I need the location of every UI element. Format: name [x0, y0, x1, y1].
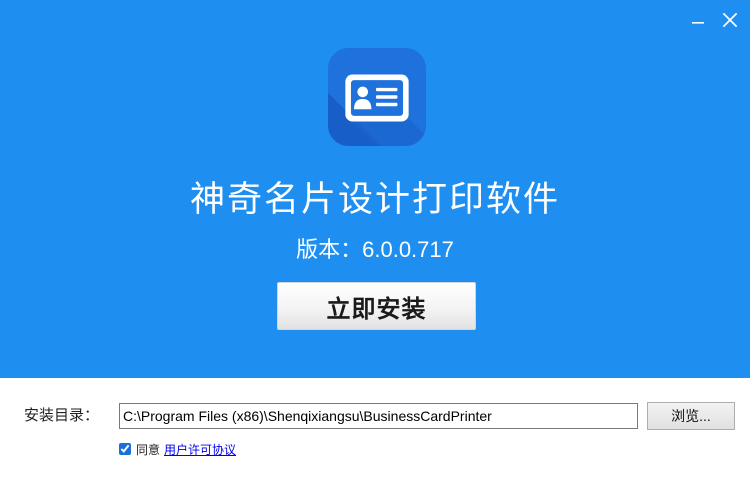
install-now-button[interactable]: 立即安装 — [277, 282, 476, 330]
agreement-row: 同意 用户许可协议 — [119, 441, 236, 457]
app-title: 神奇名片设计打印软件 — [189, 180, 560, 219]
close-button[interactable] — [719, 9, 741, 31]
license-agreement-link[interactable]: 用户许可协议 — [164, 441, 236, 458]
installer-window: 神奇名片设计打印软件 版本：6.0.0.717 立即安装 安装目录： 浏览...… — [0, 0, 750, 480]
minimize-icon — [692, 22, 704, 24]
version-number: 6.0.0.717 — [362, 237, 454, 262]
browse-button[interactable]: 浏览... — [647, 402, 735, 430]
version-label: 版本： — [296, 237, 363, 262]
id-card-icon — [328, 48, 426, 146]
version-text: 版本：6.0.0.717 — [0, 235, 750, 265]
install-dir-input[interactable] — [119, 403, 638, 429]
install-dir-label: 安装目录： — [24, 407, 100, 424]
close-icon — [722, 12, 738, 28]
agree-checkbox[interactable] — [119, 443, 131, 455]
agree-label: 同意 — [136, 442, 161, 457]
app-logo — [328, 48, 426, 146]
minimize-button[interactable] — [687, 9, 709, 31]
header-panel: 神奇名片设计打印软件 版本：6.0.0.717 立即安装 — [0, 0, 750, 378]
